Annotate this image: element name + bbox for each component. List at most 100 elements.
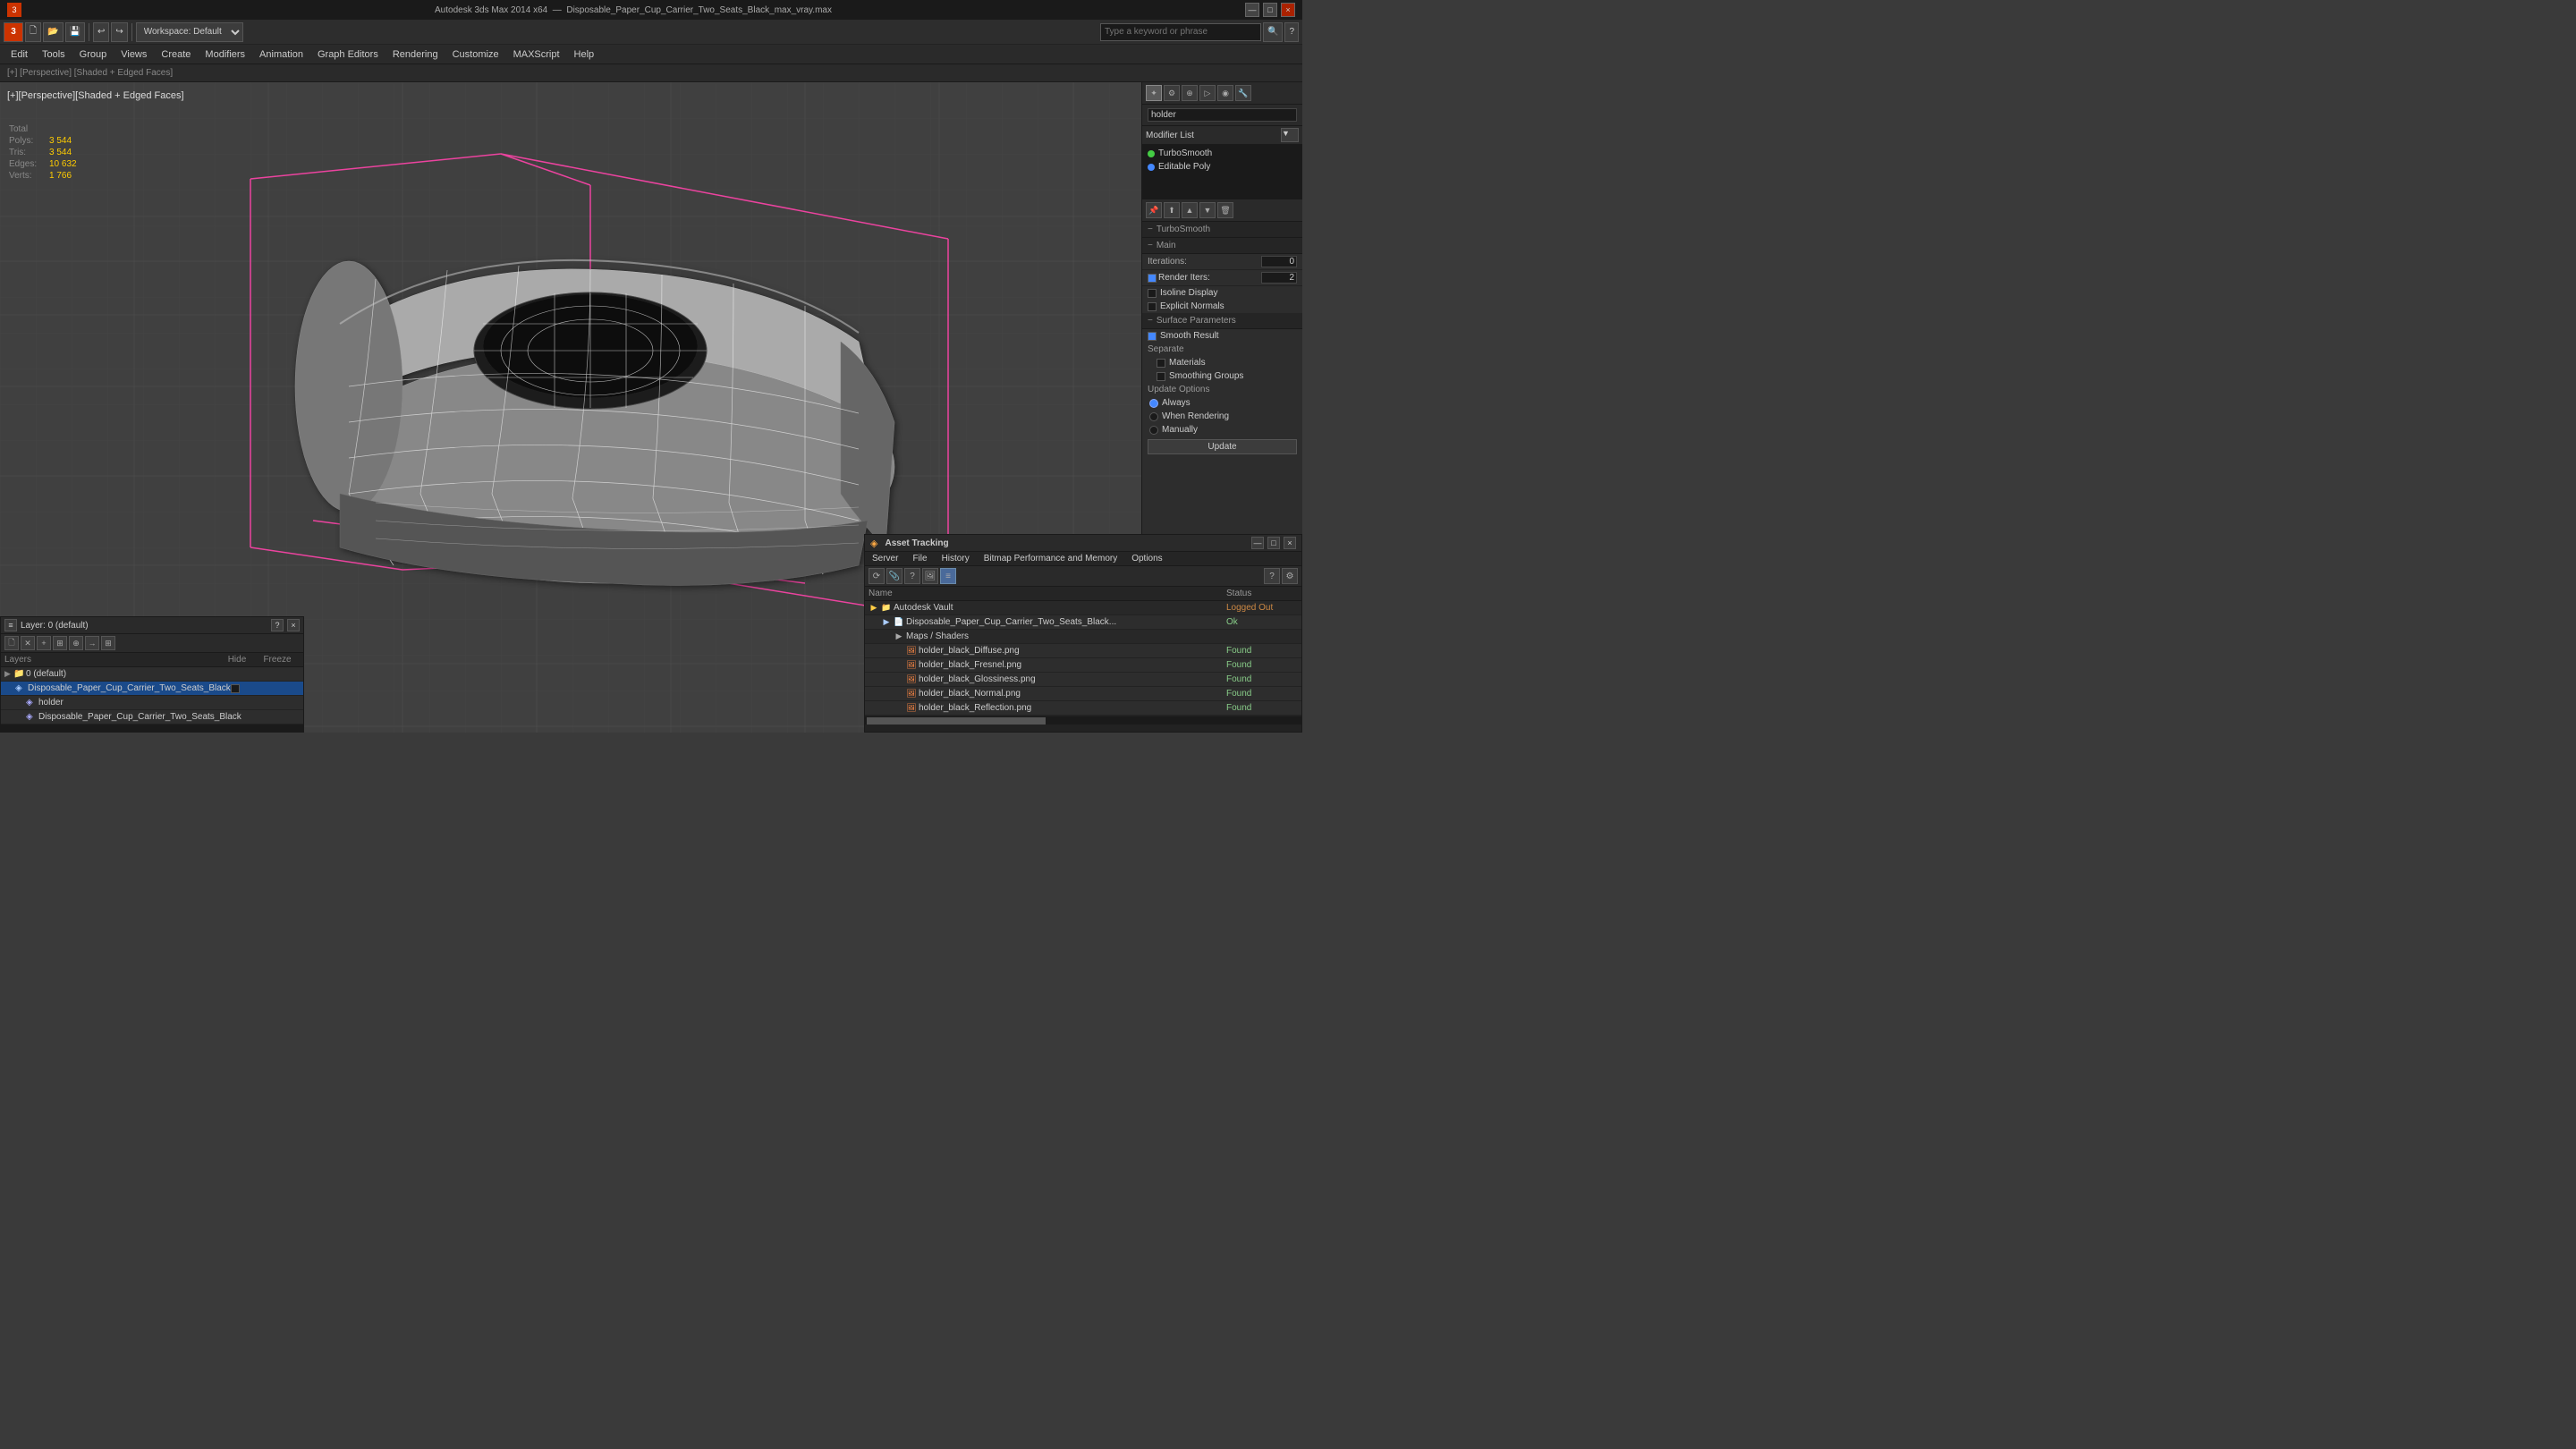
menu-create[interactable]: Create xyxy=(154,45,198,64)
menu-modifiers[interactable]: Modifiers xyxy=(198,45,252,64)
move-to-layer-button[interactable]: → xyxy=(85,636,99,650)
render-iters-checkbox[interactable] xyxy=(1148,274,1157,283)
turbosmooth-modifier[interactable]: TurboSmooth xyxy=(1144,147,1301,160)
merge-layers-button[interactable]: ⊕ xyxy=(69,636,83,650)
menu-rendering[interactable]: Rendering xyxy=(386,45,445,64)
menu-graph-editors[interactable]: Graph Editors xyxy=(310,45,386,64)
list-item[interactable]: 🖼 holder_black_Glossiness.png Found xyxy=(865,673,1301,687)
asset-refresh-button[interactable]: ⟳ xyxy=(869,568,885,584)
list-item[interactable]: ◈ holder xyxy=(1,696,303,710)
list-item[interactable]: ◈ Disposable_Paper_Cup_Carrier_Two_Seats… xyxy=(1,710,303,724)
add-selected-button[interactable]: + xyxy=(37,636,51,650)
isoline-checkbox[interactable] xyxy=(1148,289,1157,298)
manually-radio[interactable] xyxy=(1149,426,1158,435)
create-panel-icon[interactable]: ✦ xyxy=(1146,85,1162,101)
iterations-input[interactable] xyxy=(1261,256,1297,267)
editable-poly-modifier[interactable]: Editable Poly xyxy=(1144,160,1301,174)
layers-panel-header: ≡ Layer: 0 (default) ? × xyxy=(1,617,303,634)
maximize-button[interactable]: □ xyxy=(1263,3,1277,17)
menu-help[interactable]: Help xyxy=(567,45,602,64)
menu-edit[interactable]: Edit xyxy=(4,45,35,64)
smooth-result-checkbox[interactable] xyxy=(1148,332,1157,341)
menu-maxscript[interactable]: MAXScript xyxy=(506,45,567,64)
list-item[interactable]: ▶ 📄 Disposable_Paper_Cup_Carrier_Two_Sea… xyxy=(865,615,1301,630)
list-item[interactable]: 🖼 holder_black_Reflection.png Found xyxy=(865,701,1301,716)
layers-help-button[interactable]: ? xyxy=(271,619,284,631)
menu-animation[interactable]: Animation xyxy=(252,45,310,64)
search-button[interactable]: 🔍 xyxy=(1263,22,1283,42)
when-rendering-radio[interactable] xyxy=(1149,412,1158,421)
layer-visibility[interactable] xyxy=(231,684,261,693)
list-item[interactable]: 🖼 holder_black_Normal.png Found xyxy=(865,687,1301,701)
close-button[interactable]: × xyxy=(1281,3,1295,17)
asset-bitmap-button[interactable]: 🖼 xyxy=(922,568,938,584)
move-down-button[interactable]: ▼ xyxy=(1199,202,1216,218)
menu-tools[interactable]: Tools xyxy=(35,45,72,64)
asset-name: holder_black_Fresnel.png xyxy=(919,660,1226,670)
asset-menu-bitmap[interactable]: Bitmap Performance and Memory xyxy=(977,552,1125,565)
list-item[interactable]: ◈ Disposable_Paper_Cup_Carrier_Two_Seats… xyxy=(1,682,303,696)
surface-params-header[interactable]: Surface Parameters xyxy=(1142,313,1302,329)
minimize-button[interactable]: — xyxy=(1245,3,1259,17)
select-objects-button[interactable]: ⊞ xyxy=(53,636,67,650)
list-item[interactable]: 🖼 holder_black_Diffuse.png Found xyxy=(865,644,1301,658)
list-item[interactable]: ▶ 📁 0 (default) xyxy=(1,667,303,682)
menu-group[interactable]: Group xyxy=(72,45,114,64)
layers-close-button[interactable]: × xyxy=(287,619,300,631)
app-menu-button[interactable]: 3 xyxy=(4,22,23,42)
main-section-header[interactable]: Main xyxy=(1142,238,1302,254)
search-input[interactable] xyxy=(1100,23,1261,41)
help-button[interactable]: ? xyxy=(1284,22,1299,42)
redo-button[interactable]: ↪ xyxy=(111,22,127,42)
motion-panel-icon[interactable]: ▷ xyxy=(1199,85,1216,101)
open-button[interactable]: 📂 xyxy=(43,22,63,42)
modifier-list-dropdown[interactable]: ▼ xyxy=(1281,128,1299,142)
explicit-normals-row: Explicit Normals xyxy=(1142,300,1302,313)
asset-menu-history[interactable]: History xyxy=(935,552,977,565)
always-radio[interactable] xyxy=(1149,399,1158,408)
scrollbar-thumb[interactable] xyxy=(867,717,1046,724)
new-layer-button[interactable]: 🗋 xyxy=(4,636,19,650)
menu-customize[interactable]: Customize xyxy=(445,45,506,64)
utilities-panel-icon[interactable]: 🔧 xyxy=(1235,85,1251,101)
asset-minimize-button[interactable]: — xyxy=(1251,537,1264,549)
visibility-checkbox[interactable] xyxy=(231,684,240,693)
pin-button[interactable]: 📌 xyxy=(1146,202,1162,218)
window-controls[interactable]: — □ × xyxy=(1245,3,1295,17)
update-button[interactable]: Update xyxy=(1148,439,1297,454)
asset-list-view-button[interactable]: ≡ xyxy=(940,568,956,584)
expand-all-button[interactable]: ⊞ xyxy=(101,636,115,650)
render-iters-input[interactable] xyxy=(1261,272,1297,284)
asset-menu-bar: Server File History Bitmap Performance a… xyxy=(865,552,1301,566)
display-panel-icon[interactable]: ◉ xyxy=(1217,85,1233,101)
save-button[interactable]: 💾 xyxy=(65,22,85,42)
undo-button[interactable]: ↩ xyxy=(93,22,109,42)
menu-views[interactable]: Views xyxy=(114,45,154,64)
asset-settings-button[interactable]: ⚙ xyxy=(1282,568,1298,584)
asset-menu-server[interactable]: Server xyxy=(865,552,905,565)
move-up-button[interactable]: ▲ xyxy=(1182,202,1198,218)
workspace-dropdown[interactable]: Workspace: Default xyxy=(136,22,243,42)
asset-menu-file[interactable]: File xyxy=(905,552,934,565)
materials-checkbox[interactable] xyxy=(1157,359,1165,368)
delete-layer-button[interactable]: ✕ xyxy=(21,636,35,650)
asset-help-button[interactable]: ? xyxy=(1264,568,1280,584)
asset-menu-options[interactable]: Options xyxy=(1124,552,1169,565)
turbosmooth-section-header[interactable]: TurboSmooth xyxy=(1142,222,1302,238)
asset-missing-button[interactable]: ? xyxy=(904,568,920,584)
layers-scrollbar[interactable] xyxy=(1,724,303,732)
delete-modifier-button[interactable]: 🗑 xyxy=(1217,202,1233,218)
explicit-normals-checkbox[interactable] xyxy=(1148,302,1157,311)
hierarchy-panel-icon[interactable]: ⊕ xyxy=(1182,85,1198,101)
list-item[interactable]: 🖼 holder_black_Fresnel.png Found xyxy=(865,658,1301,673)
modify-panel-icon[interactable]: ⚙ xyxy=(1164,85,1180,101)
list-item[interactable]: ▶ 📁 Autodesk Vault Logged Out xyxy=(865,601,1301,615)
asset-horizontal-scrollbar[interactable] xyxy=(865,716,1301,724)
list-item[interactable]: ▶ Maps / Shaders xyxy=(865,630,1301,644)
move-to-top-button[interactable]: ⬆ xyxy=(1164,202,1180,218)
new-button[interactable]: 🗋 xyxy=(25,22,41,42)
asset-close-button[interactable]: × xyxy=(1284,537,1296,549)
asset-track-button[interactable]: 📎 xyxy=(886,568,902,584)
smoothing-groups-checkbox[interactable] xyxy=(1157,372,1165,381)
asset-maximize-button[interactable]: □ xyxy=(1267,537,1280,549)
